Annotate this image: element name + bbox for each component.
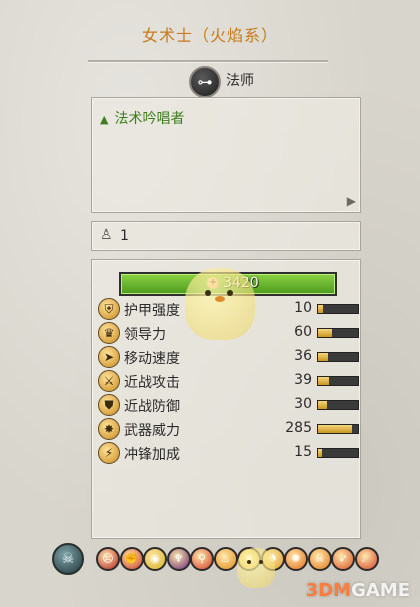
stat-bar [317, 328, 359, 338]
stat-bar-fill [318, 377, 329, 385]
wand-icon[interactable]: ⚲ [190, 547, 214, 571]
stat-bar-fill [318, 305, 323, 313]
trait-heading: ▲ 法术吟唱者 [100, 108, 184, 128]
stat-name: 移动速度 [124, 351, 180, 367]
title-divider [88, 60, 328, 62]
stat-bar [317, 400, 359, 410]
watermark-mascot [185, 268, 255, 340]
watermark-logo: 3DMGAME [305, 580, 410, 601]
charge-bonus-icon: ⚡ [98, 442, 120, 464]
more-arrow-icon[interactable]: ▶ [347, 194, 356, 208]
stat-bar-fill [318, 353, 328, 361]
stat-value: 15 [294, 444, 312, 460]
melee-attack-icon: ⚔ [98, 370, 120, 392]
fist-icon[interactable]: ✊ [119, 547, 144, 571]
stat-value: 60 [294, 324, 312, 340]
stat-name: 近战攻击 [124, 375, 180, 391]
unit-size-icon: ♙ [100, 227, 113, 243]
stat-bar-fill [318, 449, 322, 457]
stat-bar-fill [318, 425, 352, 433]
leadership-icon: ♛ [98, 322, 120, 344]
unit-count-value: 1 [120, 228, 129, 244]
stat-name: 领导力 [124, 327, 166, 343]
stat-value: 30 [294, 396, 312, 412]
stat-name: 近战防御 [124, 399, 180, 415]
armor-icon: ⛨ [98, 298, 120, 320]
fire-rain-icon[interactable]: ☄ [354, 547, 379, 571]
purple-mask-icon[interactable]: ♆ [166, 547, 191, 571]
stat-name: 冲锋加成 [124, 447, 180, 463]
ability-strip: ☠ ☹✊◉♆⚲♨✹✹✺☠➶☄ [48, 543, 379, 575]
description-panel: ▲ 法术吟唱者 ▶ [91, 97, 361, 213]
stat-row[interactable]: ⚡ 冲锋加成 15 [96, 442, 359, 464]
speed-icon: ➤ [98, 346, 120, 368]
trait-label: 法术吟唱者 [114, 111, 185, 127]
stat-name: 护甲强度 [124, 303, 180, 319]
stat-value: 10 [294, 300, 312, 316]
eye-icon[interactable]: ◉ [143, 547, 167, 571]
stat-value: 36 [294, 348, 312, 364]
unit-title: 女术士（火焰系） [141, 26, 278, 45]
weapon-strength-icon: ✸ [98, 418, 120, 440]
mage-eye-icon: ⊶ [189, 66, 221, 98]
flame-icon[interactable]: ♨ [213, 547, 238, 571]
stat-value: 39 [294, 372, 312, 388]
fire-blast-icon[interactable]: ✺ [284, 547, 308, 571]
stat-bar-fill [318, 401, 327, 409]
stat-bar [317, 376, 359, 386]
stat-bar-fill [318, 329, 332, 337]
stat-bar [317, 448, 359, 458]
fire-arrow-icon[interactable]: ➶ [331, 547, 355, 571]
unit-class-label: 法师 [226, 73, 254, 89]
unit-count-panel: ♙ 1 [91, 221, 361, 251]
stat-bar [317, 424, 359, 434]
stat-row[interactable]: ⛊ 近战防御 30 [96, 394, 359, 416]
red-face-icon[interactable]: ☹ [96, 547, 120, 571]
skull-ability-icon[interactable]: ☠ [52, 543, 84, 575]
fire-skull-icon[interactable]: ☠ [307, 547, 332, 571]
melee-defense-icon: ⛊ [98, 394, 120, 416]
stat-bar [317, 352, 359, 362]
stat-bar [317, 304, 359, 314]
stat-value: 285 [285, 420, 312, 436]
watermark-mascot-small [237, 548, 275, 588]
stat-name: 武器威力 [124, 423, 180, 439]
stat-row[interactable]: ✸ 武器威力 285 [96, 418, 359, 440]
stat-row[interactable]: ➤ 移动速度 36 [96, 346, 359, 368]
stat-row[interactable]: ⚔ 近战攻击 39 [96, 370, 359, 392]
expand-triangle-icon[interactable]: ▲ [100, 113, 108, 126]
